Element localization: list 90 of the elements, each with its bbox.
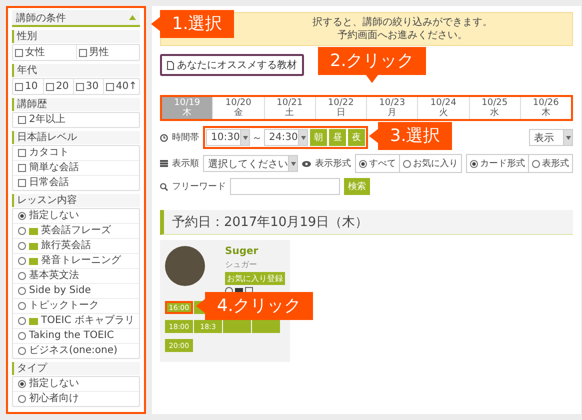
format-option[interactable]: お気に入り	[399, 155, 461, 172]
radio-button[interactable]	[18, 272, 26, 280]
checkbox-option[interactable]: 40↑	[102, 79, 139, 94]
checkbox[interactable]	[15, 48, 23, 56]
radio-option[interactable]: 指定しない	[13, 377, 139, 391]
callout-pointer	[151, 17, 160, 31]
radio-option[interactable]: 指定しない	[13, 209, 139, 223]
date-tab[interactable]: 10/23 月	[366, 97, 418, 119]
checkbox[interactable]	[18, 179, 26, 187]
range-separator: ～	[252, 132, 262, 144]
radio-option[interactable]: 英会話フレーズ	[13, 223, 139, 238]
dropdown-caret-icon	[242, 136, 248, 140]
checkbox[interactable]	[15, 82, 23, 90]
checkbox-option[interactable]: 20	[42, 79, 73, 94]
grid-icon	[160, 160, 168, 167]
radio-button[interactable]	[18, 347, 26, 355]
checkbox[interactable]	[18, 116, 26, 124]
sidebar-header[interactable]: 講師の条件	[12, 10, 140, 27]
radio-option[interactable]: ビジネス(one:one)	[13, 343, 139, 358]
section-title: 年代	[12, 64, 140, 77]
keyword-field[interactable]	[230, 178, 340, 195]
format-label: 表示形式	[315, 158, 351, 170]
checkbox-option[interactable]: 10	[13, 79, 43, 94]
radio-button[interactable]	[18, 395, 26, 403]
checkbox[interactable]	[46, 82, 54, 90]
callout-pointer	[366, 75, 378, 83]
order-select[interactable]: 選択してください	[203, 155, 298, 172]
format-option[interactable]: すべて	[356, 155, 399, 172]
time-to-select[interactable]: 24:30	[264, 129, 308, 146]
display-select[interactable]: 表示	[529, 129, 573, 146]
checkbox[interactable]	[79, 48, 87, 56]
radio-option[interactable]: 初心者向け	[13, 391, 139, 406]
callout-pointer	[196, 299, 205, 313]
booking-date-heading: 予約日：2017年10月19日（木）	[160, 210, 573, 235]
document-icon	[167, 60, 174, 70]
checkbox-option[interactable]: カタコト	[13, 146, 139, 160]
checkbox-option[interactable]: 男性	[76, 45, 139, 60]
clock-icon	[160, 134, 168, 142]
radio-button[interactable]	[532, 160, 540, 168]
section-title: 講師歴	[12, 98, 140, 111]
radio-option[interactable]: 発音トレーニング	[13, 253, 139, 268]
sidebar-title: 講師の条件	[16, 12, 66, 24]
radio-button[interactable]	[18, 332, 26, 340]
checkbox-option[interactable]: 日常会話	[13, 175, 139, 190]
checkbox[interactable]	[76, 82, 84, 90]
recommend-button[interactable]: あなたにオススメする教材	[160, 54, 304, 76]
order-label: 表示順	[172, 158, 199, 170]
radio-option[interactable]: Taking the TOEIC	[13, 328, 139, 343]
notice-text: 予約画面へお進みください。	[338, 29, 468, 42]
format-option[interactable]: カード形式	[467, 155, 528, 172]
radio-button[interactable]	[359, 160, 367, 168]
radio-option[interactable]: 旅行英会話	[13, 238, 139, 253]
checkbox-option[interactable]: 2年以上	[13, 113, 139, 127]
time-label: 時間帯	[172, 132, 199, 144]
radio-option[interactable]: 基本英文法	[13, 268, 139, 283]
radio-button[interactable]	[18, 227, 26, 235]
eye-icon	[302, 160, 311, 166]
section-title: 性別	[12, 30, 140, 43]
dropdown-caret-icon	[300, 136, 306, 140]
teacher-kana: シュガー	[225, 259, 257, 270]
checkbox[interactable]	[18, 164, 26, 172]
dropdown-caret-icon	[290, 162, 296, 166]
callout-pointer	[369, 129, 378, 143]
dropdown-caret-icon	[566, 136, 570, 140]
avatar-placeholder	[165, 246, 205, 286]
radio-button[interactable]	[18, 257, 26, 265]
radio-option[interactable]: トピックトーク	[13, 298, 139, 313]
radio-button[interactable]	[403, 160, 411, 168]
radio-button[interactable]	[18, 287, 26, 295]
radio-button[interactable]	[18, 242, 26, 250]
checkbox-option[interactable]: 30	[72, 79, 103, 94]
section-title: 日本語レベル	[12, 131, 140, 144]
keyword-label: フリーワード	[172, 181, 226, 193]
notice-text: 択すると、講師の絞り込みができます。	[312, 16, 492, 29]
radio-option[interactable]: TOEIC ボキャブラリ	[13, 313, 139, 328]
search-icon	[160, 182, 168, 190]
section-title: レッスン内容	[12, 194, 140, 207]
radio-button[interactable]	[18, 317, 26, 325]
radio-button[interactable]	[18, 212, 26, 220]
checkbox-option[interactable]: 女性	[13, 45, 76, 60]
checkbox[interactable]	[18, 149, 26, 157]
time-from-select[interactable]: 10:30	[206, 129, 250, 146]
checkbox-option[interactable]: 簡単な会話	[13, 160, 139, 175]
radio-button[interactable]	[18, 302, 26, 310]
checkbox[interactable]	[106, 82, 114, 90]
radio-option[interactable]: Side by Side	[13, 283, 139, 298]
format-option[interactable]: 表形式	[528, 155, 572, 172]
radio-button[interactable]	[470, 160, 478, 168]
radio-button[interactable]	[18, 380, 26, 388]
section-title: タイプ	[12, 362, 140, 375]
